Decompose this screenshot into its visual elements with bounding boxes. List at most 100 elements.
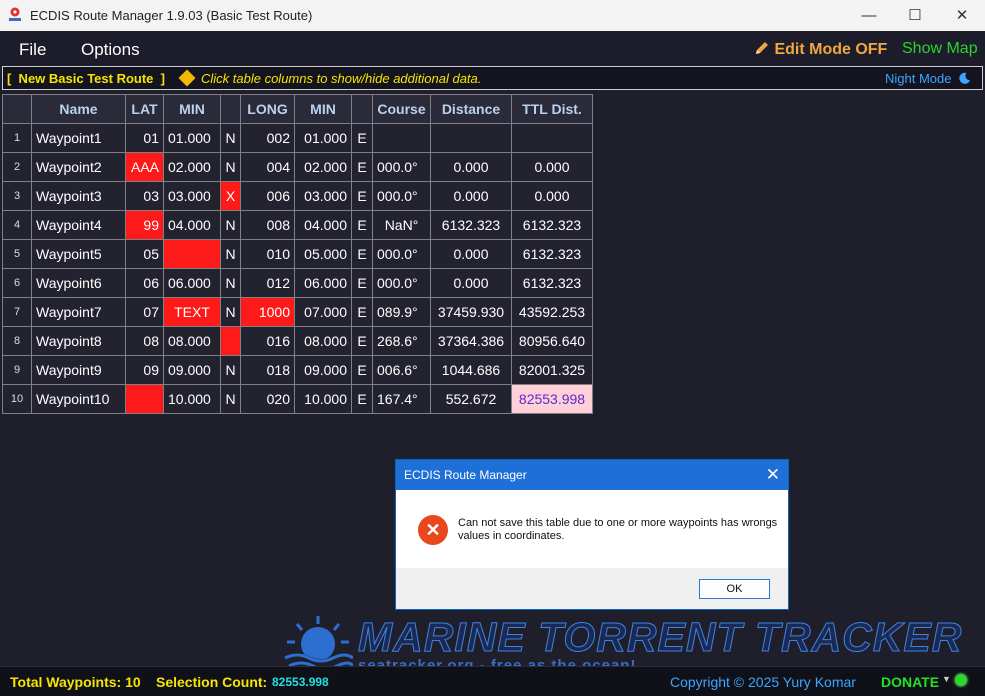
cell-lat[interactable]: 03 <box>125 181 164 211</box>
col-header-lat-min[interactable]: MIN <box>163 94 221 124</box>
row-number[interactable]: 5 <box>2 239 32 269</box>
cell-ew[interactable]: E <box>351 326 373 356</box>
row-number[interactable]: 8 <box>2 326 32 356</box>
cell-long-min[interactable]: 01.000 <box>294 123 352 153</box>
cell-long-min[interactable]: 10.000 <box>294 384 352 414</box>
cell-long[interactable]: 016 <box>240 326 295 356</box>
cell-name[interactable]: Waypoint5 <box>31 239 126 269</box>
cell-long[interactable]: 006 <box>240 181 295 211</box>
menu-file[interactable]: File <box>19 40 46 60</box>
night-mode-toggle[interactable]: Night Mode <box>885 71 971 86</box>
cell-long-min[interactable]: 03.000 <box>294 181 352 211</box>
cell-distance[interactable]: 552.672 <box>430 384 512 414</box>
table-row[interactable]: 5 Waypoint5 05 N 010 05.000 E 000.0° 0.0… <box>2 239 593 269</box>
col-header-ew[interactable] <box>351 94 373 124</box>
cell-name[interactable]: Waypoint9 <box>31 355 126 385</box>
col-header-course[interactable]: Course <box>372 94 431 124</box>
cell-course[interactable]: 268.6° <box>372 326 431 356</box>
col-header-ttl-dist[interactable]: TTL Dist. <box>511 94 593 124</box>
cell-course[interactable]: 089.9° <box>372 297 431 327</box>
table-row[interactable]: 8 Waypoint8 08 08.000 016 08.000 E 268.6… <box>2 326 593 356</box>
cell-long-min[interactable]: 08.000 <box>294 326 352 356</box>
cell-ew[interactable]: E <box>351 210 373 240</box>
cell-long-min[interactable]: 06.000 <box>294 268 352 298</box>
cell-lat[interactable]: 05 <box>125 239 164 269</box>
cell-ttl-dist[interactable] <box>511 123 593 153</box>
row-number[interactable]: 3 <box>2 181 32 211</box>
cell-course[interactable] <box>372 123 431 153</box>
cell-lat[interactable]: 06 <box>125 268 164 298</box>
cell-ew[interactable]: E <box>351 384 373 414</box>
cell-name[interactable]: Waypoint4 <box>31 210 126 240</box>
cell-long[interactable]: 010 <box>240 239 295 269</box>
dialog-close-button[interactable]: ✕ <box>766 465 780 485</box>
table-row[interactable]: 3 Waypoint3 03 03.000 X 006 03.000 E 000… <box>2 181 593 211</box>
cell-distance[interactable]: 0.000 <box>430 268 512 298</box>
edit-mode-toggle[interactable]: Edit Mode OFF <box>754 40 887 59</box>
cell-distance[interactable]: 1044.686 <box>430 355 512 385</box>
cell-ew[interactable]: E <box>351 297 373 327</box>
cell-long[interactable]: 002 <box>240 123 295 153</box>
cell-ew[interactable]: E <box>351 355 373 385</box>
row-number[interactable]: 10 <box>2 384 32 414</box>
cell-lat[interactable]: 07 <box>125 297 164 327</box>
cell-long[interactable]: 012 <box>240 268 295 298</box>
cell-lat-min[interactable] <box>163 239 221 269</box>
table-row[interactable]: 4 Waypoint4 99 04.000 N 008 04.000 E NaN… <box>2 210 593 240</box>
close-window-button[interactable]: ✕ <box>939 0 985 31</box>
cell-ns[interactable]: N <box>220 355 241 385</box>
table-row[interactable]: 10 Waypoint10 10.000 N 020 10.000 E 167.… <box>2 384 593 414</box>
cell-long[interactable]: 018 <box>240 355 295 385</box>
col-header-lat[interactable]: LAT <box>125 94 164 124</box>
cell-name[interactable]: Waypoint6 <box>31 268 126 298</box>
cell-long[interactable]: 008 <box>240 210 295 240</box>
cell-lat-min[interactable]: 06.000 <box>163 268 221 298</box>
cell-name[interactable]: Waypoint10 <box>31 384 126 414</box>
cell-ew[interactable]: E <box>351 152 373 182</box>
table-row[interactable]: 1 Waypoint1 01 01.000 N 002 01.000 E <box>2 123 593 153</box>
cell-lat[interactable]: AAA <box>125 152 164 182</box>
cell-ns[interactable]: N <box>220 239 241 269</box>
cell-ttl-dist[interactable]: 6132.323 <box>511 210 593 240</box>
cell-long-min[interactable]: 05.000 <box>294 239 352 269</box>
cell-course[interactable]: NaN° <box>372 210 431 240</box>
table-row[interactable]: 6 Waypoint6 06 06.000 N 012 06.000 E 000… <box>2 268 593 298</box>
cell-long-min[interactable]: 07.000 <box>294 297 352 327</box>
cell-ttl-dist[interactable]: 6132.323 <box>511 268 593 298</box>
cell-lat-min[interactable]: 10.000 <box>163 384 221 414</box>
cell-ew[interactable]: E <box>351 123 373 153</box>
cell-ns[interactable]: N <box>220 152 241 182</box>
cell-course[interactable]: 000.0° <box>372 268 431 298</box>
cell-ew[interactable]: E <box>351 268 373 298</box>
cell-lat[interactable]: 99 <box>125 210 164 240</box>
table-row[interactable]: 2 Waypoint2 AAA 02.000 N 004 02.000 E 00… <box>2 152 593 182</box>
cell-course[interactable]: 167.4° <box>372 384 431 414</box>
cell-ew[interactable]: E <box>351 181 373 211</box>
cell-ns[interactable]: N <box>220 384 241 414</box>
col-header-long[interactable]: LONG <box>240 94 295 124</box>
route-name[interactable]: [ New Basic Test Route ] <box>7 71 165 86</box>
menu-options[interactable]: Options <box>81 40 140 60</box>
cell-ns[interactable]: N <box>220 268 241 298</box>
cell-ns[interactable]: N <box>220 210 241 240</box>
cell-distance[interactable] <box>430 123 512 153</box>
row-number[interactable]: 6 <box>2 268 32 298</box>
col-header-index[interactable] <box>2 94 32 124</box>
cell-ttl-dist[interactable]: 0.000 <box>511 152 593 182</box>
cell-distance[interactable]: 0.000 <box>430 239 512 269</box>
cell-name[interactable]: Waypoint2 <box>31 152 126 182</box>
row-number[interactable]: 9 <box>2 355 32 385</box>
cell-ttl-dist[interactable]: 82553.998 <box>511 384 593 414</box>
cell-lat[interactable]: 01 <box>125 123 164 153</box>
cell-lat-min[interactable]: 01.000 <box>163 123 221 153</box>
cell-lat-min[interactable]: TEXT <box>163 297 221 327</box>
cell-course[interactable]: 000.0° <box>372 239 431 269</box>
maximize-button[interactable]: ☐ <box>892 0 938 31</box>
cell-lat-min[interactable]: 04.000 <box>163 210 221 240</box>
col-header-long-min[interactable]: MIN <box>294 94 352 124</box>
ok-button[interactable]: OK <box>699 579 770 599</box>
cell-distance[interactable]: 37459.930 <box>430 297 512 327</box>
col-header-name[interactable]: Name <box>31 94 126 124</box>
cell-name[interactable]: Waypoint3 <box>31 181 126 211</box>
cell-lat[interactable]: 08 <box>125 326 164 356</box>
